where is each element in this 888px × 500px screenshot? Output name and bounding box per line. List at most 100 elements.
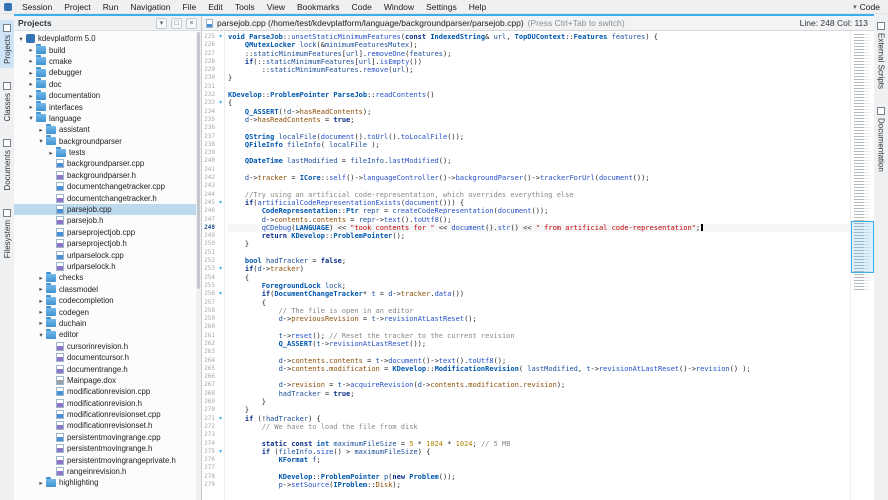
code-line[interactable]: if(DocumentChangeTracker* t = d->tracker… bbox=[228, 290, 850, 298]
fold-marker-icon[interactable]: ▾ bbox=[217, 448, 224, 456]
dock-tab-documents[interactable]: Documents bbox=[0, 135, 14, 194]
expand-icon[interactable]: ▸ bbox=[37, 274, 45, 282]
menu-item-window[interactable]: Window bbox=[378, 2, 420, 12]
code-line[interactable]: QString localFile(document().toUrl().toL… bbox=[228, 133, 850, 141]
tree-item-cmake[interactable]: ▸ cmake bbox=[14, 55, 201, 67]
tree-item-mainpage.dox[interactable]: Mainpage.dox bbox=[14, 375, 201, 386]
tree-item-persistentmovingrangeprivate.h[interactable]: persistentmovingrangeprivate.h bbox=[14, 454, 201, 465]
code-line[interactable]: ForegroundLock lock; bbox=[228, 282, 850, 290]
tree-item-doc[interactable]: ▸ doc bbox=[14, 78, 201, 90]
code-line[interactable] bbox=[228, 182, 850, 190]
fold-marker-icon[interactable]: ▾ bbox=[217, 265, 224, 273]
tree-item-modificationrevisionset.cpp[interactable]: modificationrevisionset.cpp bbox=[14, 409, 201, 420]
code-line[interactable]: ::staticMinimumFeatures[url].removeOne(f… bbox=[228, 50, 850, 58]
tree-item-documentchangetracker.cpp[interactable]: documentchangetracker.cpp bbox=[14, 181, 201, 192]
code-line[interactable]: QFileInfo fileInfo( localFile ); bbox=[228, 141, 850, 149]
code-line[interactable]: KFormat f; bbox=[228, 456, 850, 464]
code-line[interactable] bbox=[228, 323, 850, 331]
tree-item-highlighting[interactable]: ▸ highlighting bbox=[14, 476, 201, 488]
menu-item-navigation[interactable]: Navigation bbox=[124, 2, 176, 12]
menu-item-edit[interactable]: Edit bbox=[202, 2, 229, 12]
collapse-icon[interactable]: ▾ bbox=[17, 35, 25, 43]
code-line[interactable]: static const int maximumFileSize = 5 * 1… bbox=[228, 440, 850, 448]
code-line[interactable]: Q_ASSERT(!d->hasReadContents); bbox=[228, 108, 850, 116]
expand-icon[interactable]: ▸ bbox=[27, 80, 35, 88]
code-line[interactable] bbox=[228, 83, 850, 91]
expand-icon[interactable]: ▸ bbox=[47, 149, 55, 157]
code-line[interactable]: d->contents.contents = t->document()->te… bbox=[228, 357, 850, 365]
tree-item-persistentmovingrange.h[interactable]: persistentmovingrange.h bbox=[14, 443, 201, 454]
code-line[interactable] bbox=[228, 348, 850, 356]
tree-item-codecompletion[interactable]: ▸ codecompletion bbox=[14, 294, 201, 306]
code-line[interactable]: hadTracker = true; bbox=[228, 390, 850, 398]
code-line[interactable]: return KDevelop::ProblemPointer(); bbox=[228, 232, 850, 240]
code-line[interactable]: CodeRepresentation::Ptr repr = createCod… bbox=[228, 207, 850, 215]
tree-item-backgroundparser.cpp[interactable]: backgroundparser.cpp bbox=[14, 158, 201, 169]
code-line[interactable]: if(d->tracker) bbox=[228, 265, 850, 273]
tree-item-documentcursor.h[interactable]: documentcursor.h bbox=[14, 352, 201, 363]
expand-icon[interactable]: ▸ bbox=[27, 92, 35, 100]
expand-icon[interactable]: ▸ bbox=[37, 319, 45, 327]
dock-tab-filesystem[interactable]: Filesystem bbox=[0, 205, 14, 262]
expand-icon[interactable]: ▸ bbox=[27, 103, 35, 111]
tree-item-assistant[interactable]: ▸ assistant bbox=[14, 123, 201, 135]
fold-marker-icon[interactable]: ▾ bbox=[217, 99, 224, 107]
menu-item-code[interactable]: Code bbox=[345, 2, 377, 12]
code-line[interactable]: p->setSource(IProblem::Disk); bbox=[228, 481, 850, 489]
code-line[interactable] bbox=[228, 373, 850, 381]
expand-icon[interactable]: ▸ bbox=[37, 479, 45, 487]
code-line[interactable]: if (!hadTracker) { bbox=[228, 415, 850, 423]
code-line[interactable]: ::staticMinimumFeatures.remove(url); bbox=[228, 66, 850, 74]
float-icon[interactable]: □ bbox=[171, 17, 182, 29]
tree-item-documentchangetracker.h[interactable]: documentchangetracker.h bbox=[14, 192, 201, 203]
menu-item-session[interactable]: Session bbox=[16, 2, 58, 12]
fold-marker-icon[interactable]: ▾ bbox=[217, 33, 224, 41]
code-line[interactable]: // The file is open in an editor bbox=[228, 307, 850, 315]
expand-icon[interactable]: ▸ bbox=[27, 46, 35, 54]
code-line[interactable] bbox=[228, 249, 850, 257]
menu-item-settings[interactable]: Settings bbox=[420, 2, 463, 12]
code-line[interactable]: qCDebug(LANGUAGE) << "took contents for … bbox=[228, 223, 850, 233]
fold-marker-icon[interactable]: ▾ bbox=[217, 199, 224, 207]
code-line[interactable] bbox=[228, 464, 850, 472]
code-line[interactable]: } bbox=[228, 406, 850, 414]
tree-item-codegen[interactable]: ▸ codegen bbox=[14, 306, 201, 317]
code-line[interactable] bbox=[228, 431, 850, 439]
code-line[interactable]: KDevelop::ProblemPointer p(new Problem()… bbox=[228, 473, 850, 481]
code-line[interactable]: if(artificialCodeRepresentationExists(do… bbox=[228, 199, 850, 207]
close-icon[interactable]: × bbox=[186, 17, 197, 29]
tree-item-modificationrevision.cpp[interactable]: modificationrevision.cpp bbox=[14, 386, 201, 397]
tree-item-rangeinrevision.h[interactable]: rangeinrevision.h bbox=[14, 466, 201, 477]
code-line[interactable]: d->revision = t->acquireRevision(d->cont… bbox=[228, 381, 850, 389]
dock-tab-projects[interactable]: Projects bbox=[0, 20, 14, 68]
fold-marker-icon[interactable]: ▾ bbox=[217, 290, 224, 298]
projects-scrollbar[interactable] bbox=[196, 32, 201, 500]
menu-item-tools[interactable]: Tools bbox=[229, 2, 261, 12]
code-line[interactable]: { bbox=[228, 274, 850, 282]
minimap[interactable] bbox=[850, 31, 874, 500]
dock-tab-classes[interactable]: Classes bbox=[0, 78, 14, 125]
code-line[interactable]: if (fileInfo.size() > maximumFileSize) { bbox=[228, 448, 850, 456]
code-line[interactable]: void ParseJob::unsetStaticMinimumFeature… bbox=[228, 33, 850, 41]
code-line[interactable]: QDateTime lastModified = fileInfo.lastMo… bbox=[228, 157, 850, 165]
collapse-icon[interactable]: ▾ bbox=[37, 331, 45, 339]
code-line[interactable]: } bbox=[228, 74, 850, 82]
code-line[interactable]: d->contents.modification = KDevelop::Mod… bbox=[228, 365, 850, 373]
code-line[interactable]: d->hasReadContents = true; bbox=[228, 116, 850, 124]
menu-item-file[interactable]: File bbox=[176, 2, 202, 12]
tree-item-debugger[interactable]: ▸ debugger bbox=[14, 66, 201, 78]
tree-item-backgroundparser.h[interactable]: backgroundparser.h bbox=[14, 170, 201, 181]
code-line[interactable]: // We have to load the file from disk bbox=[228, 423, 850, 431]
tree-item-editor[interactable]: ▾ editor bbox=[14, 328, 201, 340]
tree-item-build[interactable]: ▸ build bbox=[14, 44, 201, 55]
tree-item-duchain[interactable]: ▸ duchain bbox=[14, 317, 201, 329]
code-line[interactable]: if(::staticMinimumFeatures[url].isEmpty(… bbox=[228, 58, 850, 66]
code-line[interactable]: { bbox=[228, 99, 850, 107]
collapse-icon[interactable]: ▾ bbox=[37, 137, 45, 145]
dock-tab-documentation[interactable]: Documentation bbox=[874, 103, 888, 176]
code-line[interactable] bbox=[228, 166, 850, 174]
expand-icon[interactable]: ▸ bbox=[37, 126, 45, 134]
area-switcher-button[interactable]: ▾ Code bbox=[853, 2, 888, 12]
menu-item-project[interactable]: Project bbox=[58, 2, 96, 12]
code-line[interactable]: } bbox=[228, 398, 850, 406]
